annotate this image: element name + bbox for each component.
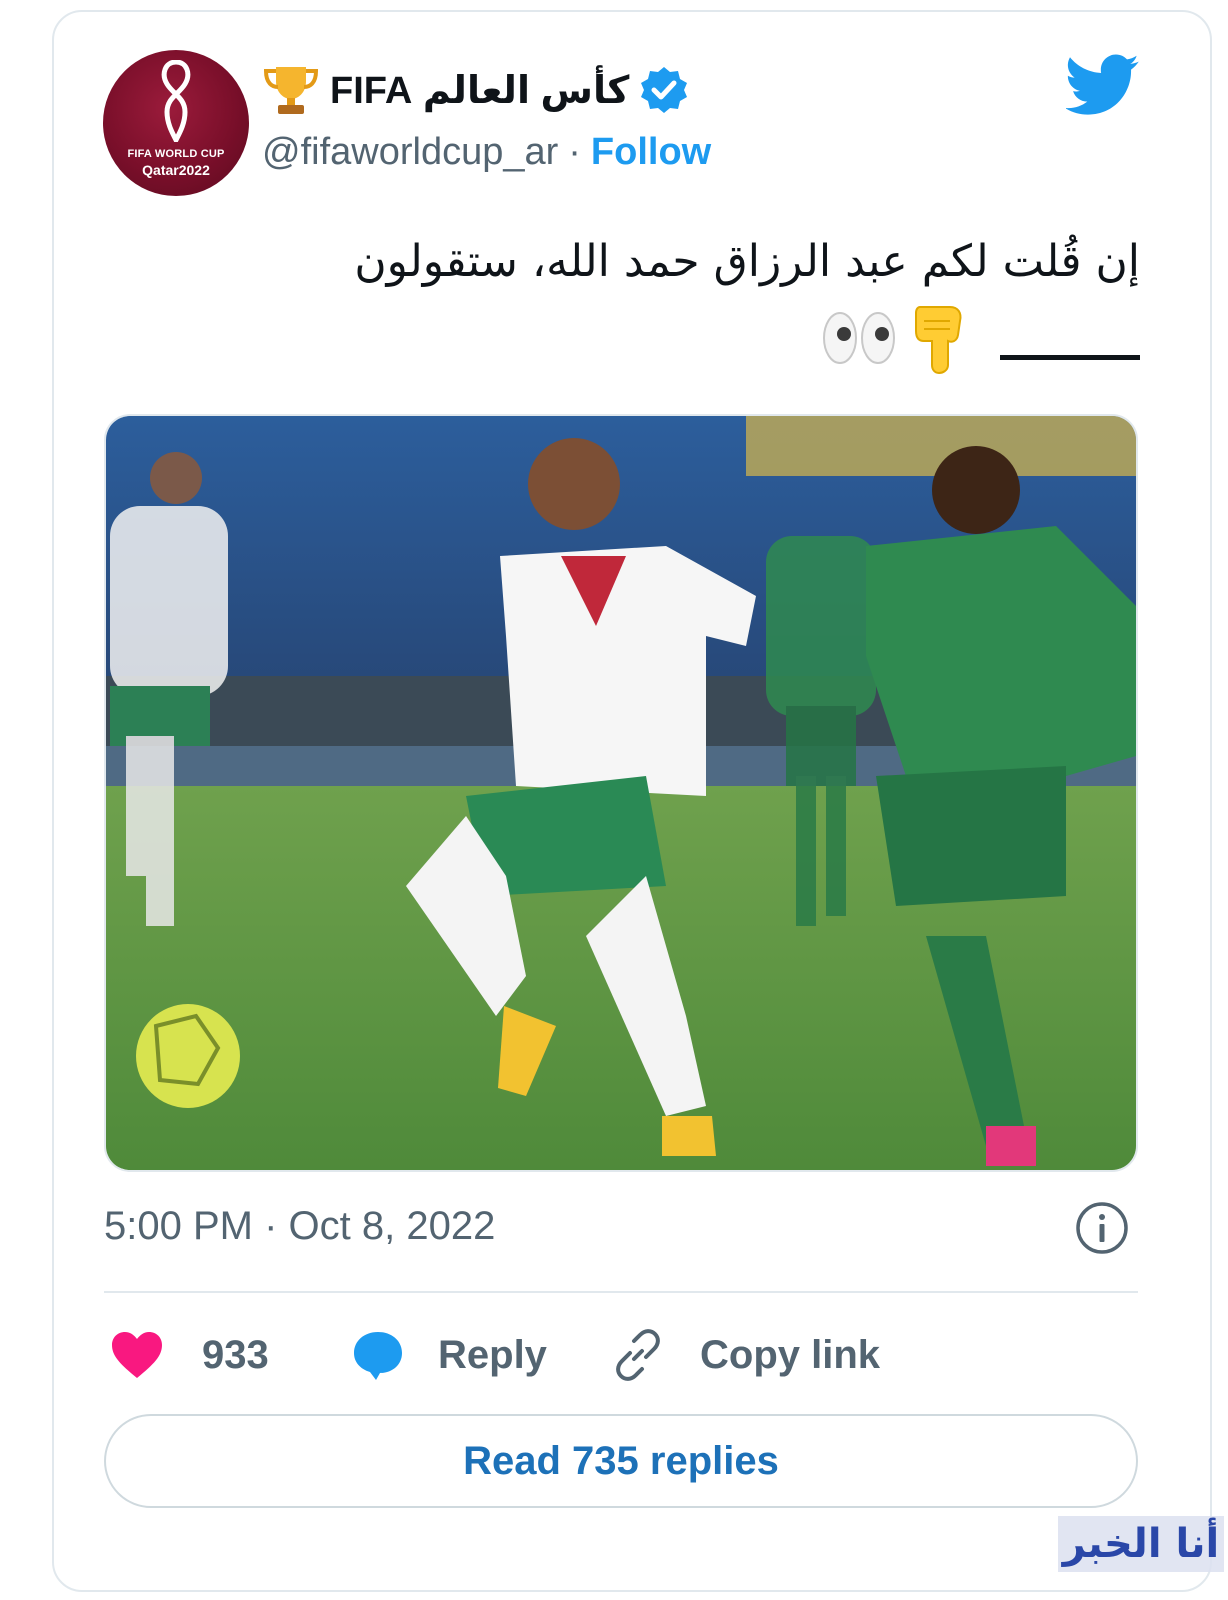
like-count: 933 <box>202 1332 269 1377</box>
tweet-actions: 933 Reply Copy link <box>104 1322 1138 1388</box>
heart-icon <box>112 1332 162 1378</box>
tweet-photo[interactable] <box>104 414 1138 1172</box>
avatar-caption-line2: Qatar2022 <box>142 162 210 178</box>
tweet-timestamp[interactable]: 5:00 PM · Oct 8, 2022 <box>104 1204 495 1249</box>
account-name-row: كأس العالم FIFA <box>262 62 689 118</box>
link-icon <box>616 1329 660 1381</box>
divider <box>104 1291 1138 1293</box>
eyes-icon <box>823 312 895 364</box>
twitter-bird-icon[interactable] <box>1066 54 1140 116</box>
display-name[interactable]: كأس العالم FIFA <box>330 68 629 113</box>
like-button[interactable]: 933 <box>110 1322 269 1388</box>
reply-button[interactable]: Reply <box>352 1322 547 1388</box>
reply-bubble-icon <box>354 1332 402 1380</box>
read-replies-button[interactable]: Read 735 replies <box>104 1414 1138 1508</box>
world-cup-emblem-icon <box>161 60 191 142</box>
handle-row: @fifaworldcup_ar · Follow <box>262 124 711 180</box>
pointing-down-icon <box>915 306 962 375</box>
football-photo-illustration <box>106 416 1136 1170</box>
info-icon[interactable] <box>1074 1200 1130 1256</box>
copy-link-button[interactable]: Copy link <box>612 1322 880 1388</box>
tweet-text-line2 <box>820 300 1140 376</box>
copy-link-label: Copy link <box>700 1332 881 1377</box>
verified-badge-icon <box>641 67 688 113</box>
site-watermark-logo: أنا الخبر <box>1058 1516 1224 1572</box>
separator-dot: · <box>568 130 581 173</box>
trophy-icon <box>263 67 319 114</box>
tweet-text: إن قُلت لكم عبد الرزاق حمد الله، ستقولون <box>354 236 1140 287</box>
blank-underline <box>1000 354 1140 360</box>
follow-button[interactable]: Follow <box>591 131 711 174</box>
reply-label: Reply <box>438 1332 547 1377</box>
avatar[interactable]: FIFA WORLD CUP Qatar2022 <box>103 50 249 196</box>
avatar-caption-line1: FIFA WORLD CUP <box>127 148 225 160</box>
account-handle[interactable]: @fifaworldcup_ar <box>262 131 558 174</box>
